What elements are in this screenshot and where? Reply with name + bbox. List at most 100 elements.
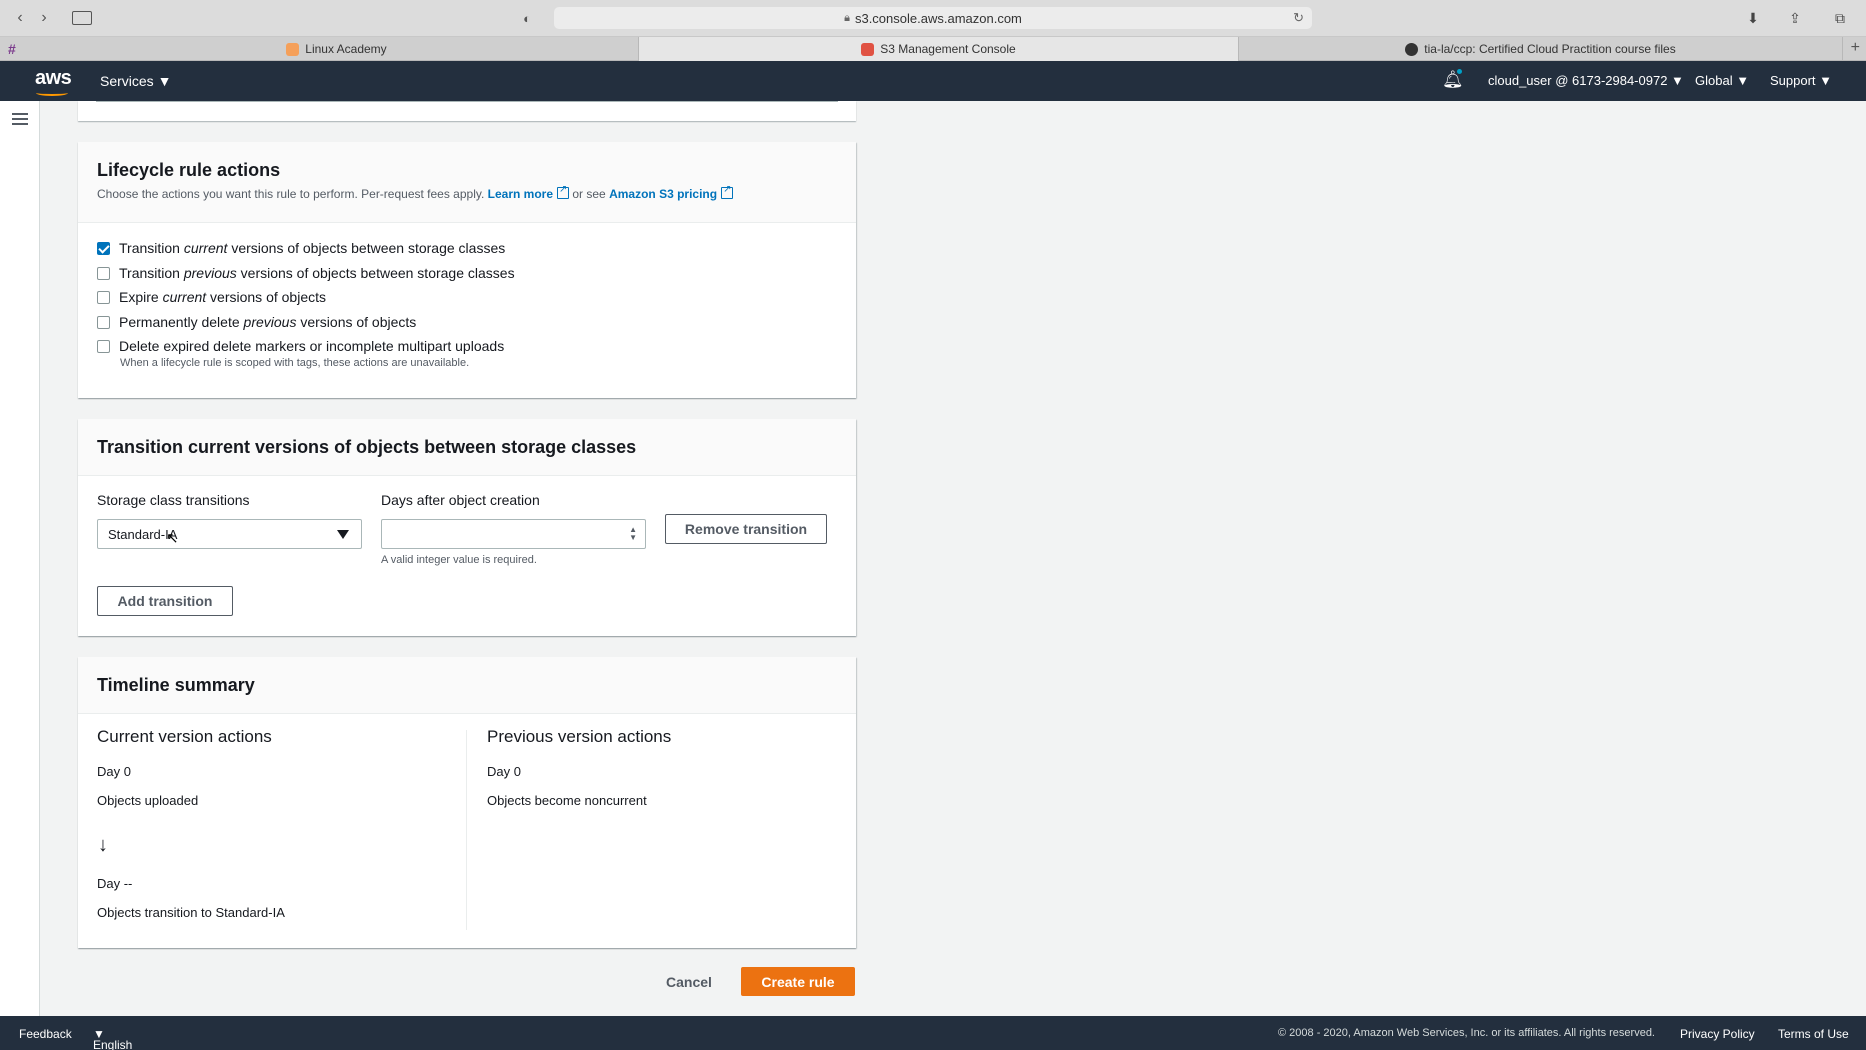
account-menu[interactable]: cloud_user @ 6173-2984-0972 ▼: [1488, 73, 1684, 88]
back-icon[interactable]: ‹: [8, 7, 32, 29]
objects-transition-text: Objects transition to Standard-IA: [97, 905, 285, 920]
services-menu[interactable]: Services ▼: [100, 73, 171, 89]
notification-dot: [1457, 69, 1462, 74]
lifecycle-panel-header: Lifecycle rule actions Choose the action…: [78, 142, 856, 223]
transition-form: Storage class transitions Standard-IA Da…: [78, 476, 856, 636]
feedback-link[interactable]: Feedback: [19, 1027, 72, 1041]
services-label: Services: [100, 73, 154, 89]
days-validation-hint: A valid integer value is required.: [381, 554, 537, 566]
add-transition-button[interactable]: Add transition: [97, 586, 233, 616]
tab-label: tia-la/ccp: Certified Cloud Practition c…: [1424, 42, 1676, 56]
support-label: Support: [1770, 73, 1816, 88]
option-transition-current[interactable]: Transition current versions of objects b…: [97, 240, 837, 265]
checkbox[interactable]: [97, 266, 110, 280]
hamburger-menu-icon[interactable]: [12, 113, 28, 125]
privacy-policy-link[interactable]: Privacy Policy: [1680, 1027, 1755, 1041]
option-label: Delete expired delete markers or incompl…: [119, 338, 505, 354]
tab-label: Linux Academy: [305, 42, 387, 56]
download-icon[interactable]: ⬇: [1740, 7, 1766, 29]
objects-noncurrent: Objects become noncurrent: [487, 793, 647, 808]
checkbox[interactable]: [97, 291, 110, 304]
tab-strip: # Linux Academy S3 Management Console ti…: [0, 37, 1866, 61]
current-day-next: Day --: [97, 876, 133, 891]
timeline-body: Current version actions Day 0 Objects up…: [78, 714, 856, 944]
transition-panel-header: Transition current versions of objects b…: [78, 419, 856, 476]
desc-text: Choose the actions you want this rule to…: [97, 187, 485, 201]
learn-more-link[interactable]: Learn more: [488, 187, 553, 201]
previous-day-0: Day 0: [487, 764, 521, 779]
copyright-text: © 2008 - 2020, Amazon Web Services, Inc.…: [1278, 1027, 1655, 1039]
aws-smile-icon: [36, 90, 68, 96]
previous-version-title: Previous version actions: [487, 727, 672, 746]
caret-down-icon: [337, 530, 349, 539]
option-label: Expire current versions of objects: [119, 289, 326, 305]
option-label: Transition current versions of objects b…: [119, 240, 506, 256]
checkbox[interactable]: [97, 340, 110, 353]
lifecycle-options: Transition current versions of objects b…: [78, 223, 856, 386]
lifecycle-title: Lifecycle rule actions: [97, 160, 281, 180]
forward-icon[interactable]: ›: [32, 7, 56, 29]
console-footer: Feedback English (US) ▼ © 2008 - 2020, A…: [0, 1016, 1866, 1050]
url-text: s3.console.aws.amazon.com: [854, 10, 1022, 26]
sidebar-toggle-icon[interactable]: [72, 11, 92, 25]
region-menu[interactable]: Global ▼: [1695, 73, 1749, 88]
external-link-icon: [721, 184, 734, 199]
create-rule-button[interactable]: Create rule: [741, 967, 855, 996]
option-permanently-delete-previous[interactable]: Permanently delete previous versions of …: [97, 314, 837, 339]
tabs-overview-icon[interactable]: ⧉: [1827, 7, 1853, 29]
mouse-cursor-icon: ↖: [166, 530, 179, 547]
checkbox[interactable]: [97, 315, 110, 329]
address-bar[interactable]: 🔒︎ s3.console.aws.amazon.com ↻: [554, 7, 1312, 29]
terms-of-use-link[interactable]: Terms of Use: [1778, 1027, 1849, 1041]
tab-s3-console[interactable]: S3 Management Console: [639, 37, 1239, 61]
aws-logo[interactable]: aws: [35, 67, 72, 90]
new-tab-icon[interactable]: +: [1851, 39, 1860, 57]
s3-pricing-link[interactable]: Amazon S3 pricing: [609, 187, 717, 201]
region-label: Global: [1695, 73, 1733, 88]
tab-github[interactable]: tia-la/ccp: Certified Cloud Practition c…: [1239, 37, 1843, 61]
stepper-icon[interactable]: ▲ ▼: [629, 526, 637, 542]
share-icon[interactable]: ⇪: [1782, 7, 1808, 29]
tab-linux-academy[interactable]: Linux Academy: [35, 37, 639, 61]
checkbox-checked[interactable]: [97, 242, 110, 255]
github-icon: [1405, 42, 1419, 56]
arrow-down-icon: ↓: [98, 834, 108, 856]
storage-class-label: Storage class transitions: [97, 492, 250, 508]
aws-console-header: aws Services ▼ 🔔︎ cloud_user @ 6173-2984…: [0, 61, 1866, 101]
account-label: cloud_user @ 6173-2984-0972: [1488, 73, 1668, 88]
tags-scope-hint: When a lifecycle rule is scoped with tag…: [120, 356, 470, 369]
previous-panel-bottom: [78, 101, 856, 121]
remove-transition-button[interactable]: Remove transition: [665, 514, 827, 544]
tab-label: S3 Management Console: [880, 42, 1016, 56]
timeline-summary-panel: Timeline summary Current version actions…: [78, 657, 856, 948]
lifecycle-description: Choose the actions you want this rule to…: [97, 184, 837, 201]
transition-panel: Transition current versions of objects b…: [78, 419, 856, 636]
support-menu[interactable]: Support ▼: [1770, 73, 1832, 88]
language-selector[interactable]: English (US) ▼: [93, 1027, 132, 1050]
external-link-icon: [557, 184, 570, 199]
privacy-shield-icon[interactable]: ◐: [515, 7, 539, 29]
browser-toolbar: ‹ › ◐ 🔒︎ s3.console.aws.amazon.com ↻ ⬇ ⇪…: [0, 0, 1866, 37]
current-version-title: Current version actions: [97, 727, 272, 746]
option-transition-previous[interactable]: Transition previous versions of objects …: [97, 265, 837, 290]
option-label: Permanently delete previous versions of …: [119, 313, 417, 330]
days-label: Days after object creation: [381, 492, 540, 508]
reload-icon[interactable]: ↻: [1293, 10, 1304, 26]
storage-class-select[interactable]: Standard-IA: [97, 519, 362, 549]
days-input[interactable]: ▲ ▼: [381, 519, 646, 549]
linux-academy-icon: [286, 42, 300, 56]
s3-bucket-icon: [861, 42, 875, 56]
column-divider: [466, 730, 467, 930]
or-see-text: or see: [572, 187, 606, 201]
timeline-title: Timeline summary: [97, 675, 255, 695]
transition-title: Transition current versions of objects b…: [97, 437, 637, 457]
objects-uploaded: Objects uploaded: [97, 793, 199, 808]
cancel-button[interactable]: Cancel: [657, 969, 721, 995]
option-expire-current[interactable]: Expire current versions of objects: [97, 289, 837, 314]
language-label: English (US): [93, 1038, 133, 1050]
current-day-0: Day 0: [97, 764, 131, 779]
slack-icon[interactable]: #: [8, 41, 16, 57]
option-label: Transition previous versions of objects …: [119, 264, 515, 281]
timeline-panel-header: Timeline summary: [78, 657, 856, 714]
lock-icon: 🔒︎: [844, 11, 850, 24]
